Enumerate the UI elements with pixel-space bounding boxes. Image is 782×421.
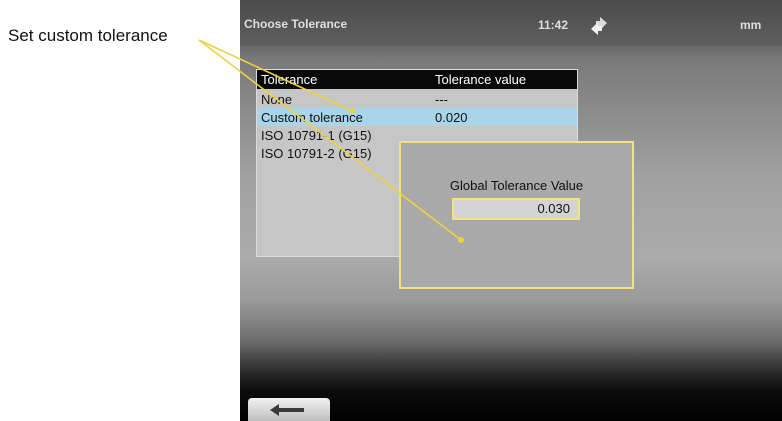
global-tolerance-input[interactable]: 0.030: [452, 198, 580, 220]
unit-indicator: mm: [740, 18, 762, 32]
global-tolerance-dialog: Global Tolerance Value 0.030: [399, 141, 634, 289]
row-name: None: [261, 92, 293, 107]
column-header-tolerance-value: Tolerance value: [435, 72, 527, 87]
callout-text: Set custom tolerance: [8, 26, 168, 45]
dialog-label: Global Tolerance Value: [449, 178, 584, 193]
table-header: Tolerance Tolerance value: [257, 70, 577, 89]
table-row-none[interactable]: None ---: [257, 90, 577, 108]
back-button[interactable]: [248, 398, 330, 421]
row-name: Custom tolerance: [261, 110, 363, 125]
row-value: ---: [435, 92, 448, 107]
status-bar: Choose Tolerance 11:42 mm: [240, 0, 782, 46]
column-header-tolerance: Tolerance: [261, 72, 318, 87]
orientation-arrows-icon: [588, 15, 610, 37]
row-value: 0.020: [435, 110, 468, 125]
clock: 11:42: [538, 18, 569, 32]
row-name: ISO 10791-1 (G15): [261, 128, 372, 143]
table-row-custom-tolerance[interactable]: Custom tolerance 0.020: [257, 108, 577, 126]
device-screen: Choose Tolerance 11:42 mm Tolerance Tole…: [240, 0, 782, 421]
screen-title: Choose Tolerance: [244, 17, 348, 31]
row-name: ISO 10791-2 (G15): [261, 146, 372, 161]
back-arrow-icon: [270, 404, 304, 416]
